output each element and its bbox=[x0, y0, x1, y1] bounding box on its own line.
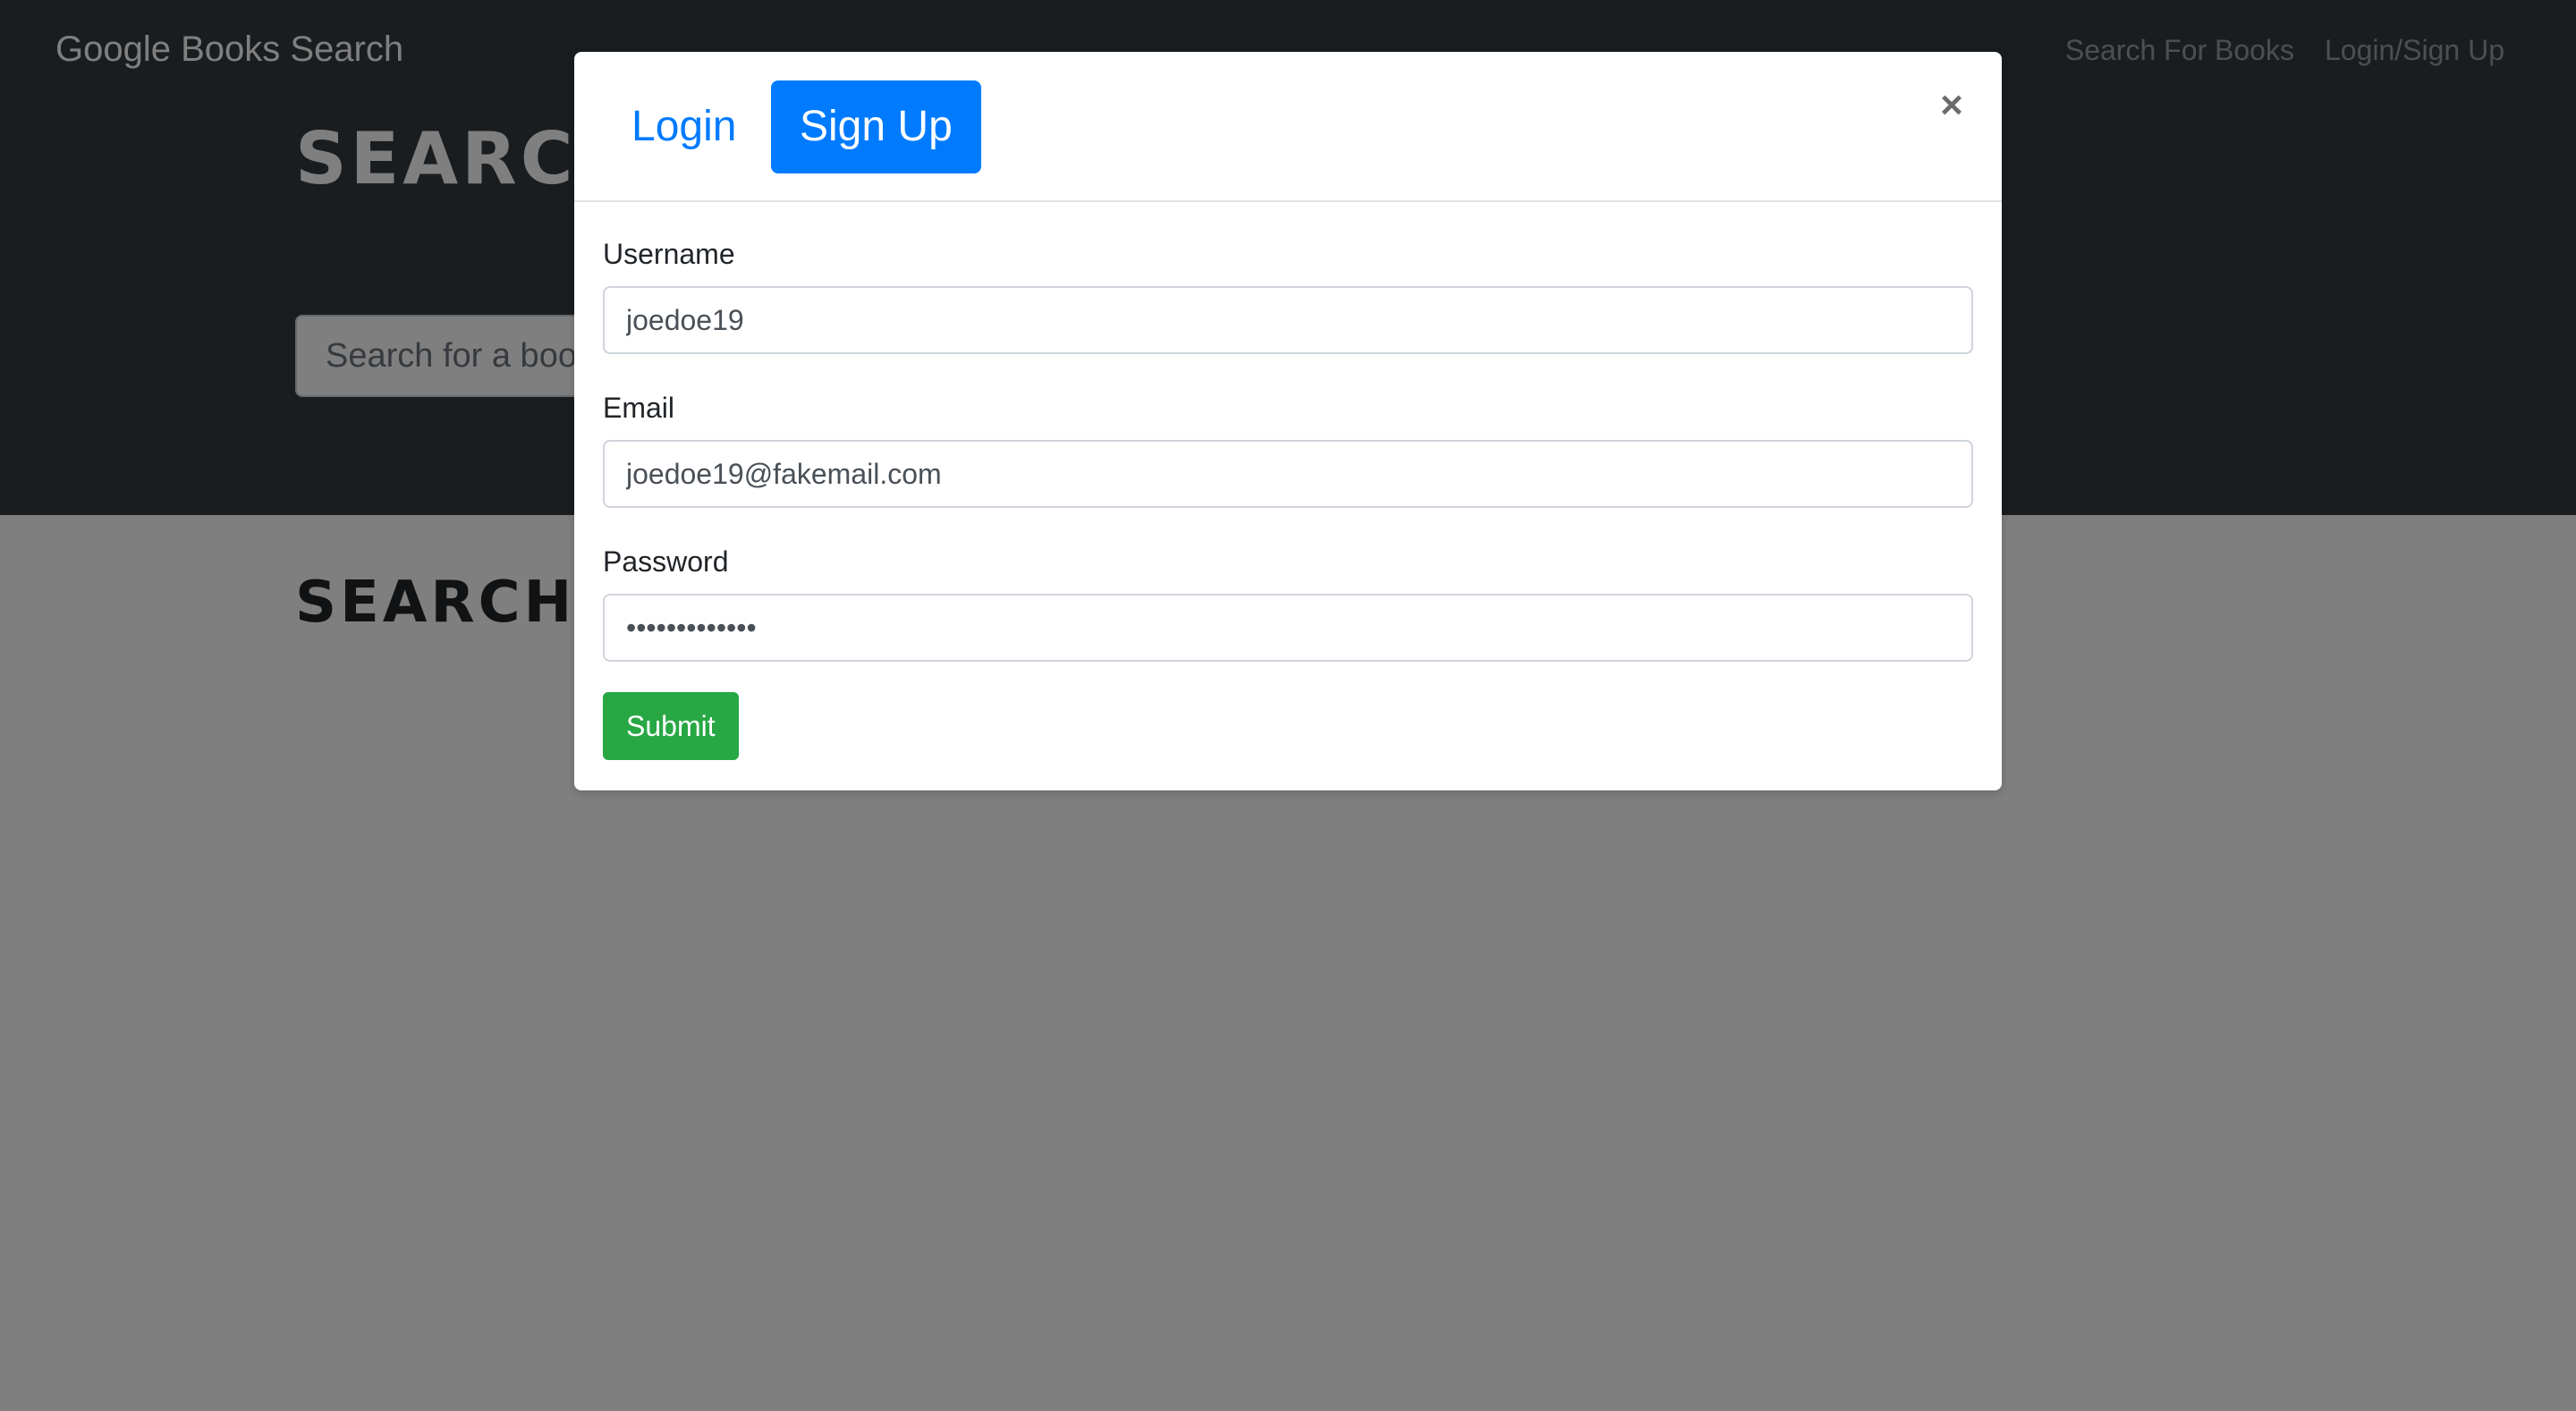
close-icon[interactable]: × bbox=[1930, 84, 1973, 127]
username-label: Username bbox=[603, 238, 735, 270]
tab-login[interactable]: Login bbox=[603, 80, 765, 173]
tab-signup[interactable]: Sign Up bbox=[771, 80, 981, 173]
email-label: Email bbox=[603, 392, 675, 424]
password-label: Password bbox=[603, 545, 729, 578]
email-field[interactable] bbox=[603, 440, 1973, 508]
password-field[interactable] bbox=[603, 594, 1973, 662]
username-field[interactable] bbox=[603, 286, 1973, 354]
submit-button[interactable]: Submit bbox=[603, 692, 739, 760]
modal-header: Login Sign Up × bbox=[574, 52, 2002, 202]
signup-modal: Login Sign Up × Username Email Password … bbox=[574, 52, 2002, 790]
